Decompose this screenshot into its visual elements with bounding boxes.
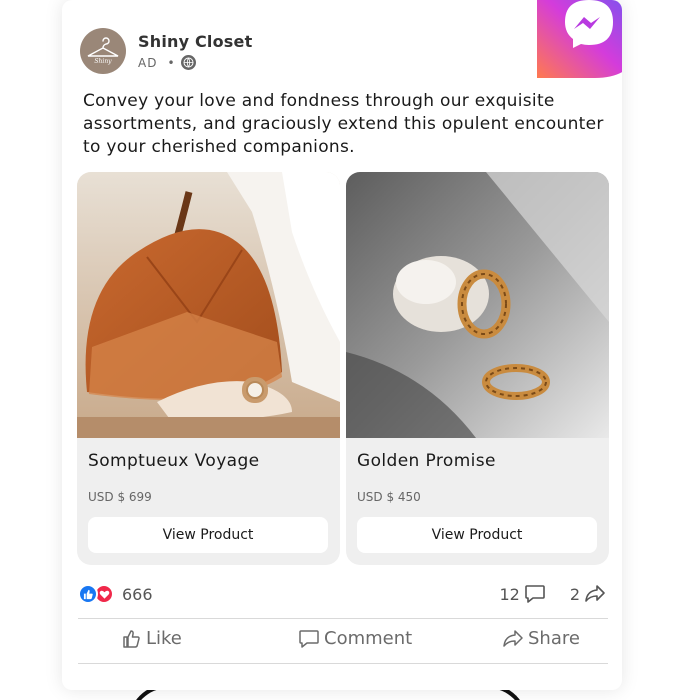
avatar-logo-text: Shiny [94, 58, 112, 65]
comment-button[interactable]: Comment [298, 628, 412, 649]
product-image-earrings[interactable] [346, 172, 609, 438]
comment-label: Comment [324, 628, 413, 649]
share-label: Share [528, 628, 580, 649]
like-reaction-icon [78, 584, 98, 604]
view-product-button[interactable]: View Product [357, 517, 597, 553]
messenger-icon [537, 0, 622, 78]
like-label: Like [146, 628, 182, 649]
product-title: Golden Promise [357, 451, 496, 471]
product-card-1[interactable]: Somptueux Voyage USD $ 699 View Product [77, 172, 340, 565]
avatar[interactable]: Shiny [80, 28, 126, 74]
globe-icon [180, 55, 196, 70]
comment-count-value: 12 [499, 584, 520, 604]
share-count[interactable]: 2 [570, 584, 606, 604]
product-image-bag[interactable] [77, 172, 340, 438]
divider-bottom [78, 663, 608, 664]
ad-label: AD [138, 55, 158, 70]
share-icon [503, 629, 523, 647]
share-count-value: 2 [569, 584, 580, 604]
view-product-button[interactable]: View Product [88, 517, 328, 553]
divider-top [78, 618, 608, 619]
product-price: USD $ 699 [88, 490, 152, 504]
share-icon [585, 585, 605, 602]
post-caption: Convey your love and fondness through ou… [83, 91, 604, 157]
page-name[interactable]: Shiny Closet [138, 32, 252, 51]
product-title: Somptueux Voyage [88, 451, 260, 471]
post-header: Shiny Shiny Closet AD • [80, 28, 252, 74]
reactions-summary[interactable]: 666 [78, 584, 153, 604]
product-price: USD $ 450 [357, 490, 421, 504]
comment-icon [299, 629, 319, 648]
like-button[interactable]: Like [122, 628, 182, 649]
comment-count[interactable]: 12 [499, 584, 545, 604]
product-card-2[interactable]: Golden Promise USD $ 450 View Product [346, 172, 609, 565]
share-button[interactable]: Share [502, 628, 580, 649]
thumbs-up-icon [123, 629, 140, 648]
reaction-count: 666 [122, 584, 153, 604]
hanger-icon: Shiny [87, 37, 119, 65]
ad-post-card: Shiny Shiny Closet AD • Convey your love… [62, 0, 622, 690]
engagement-stats: 666 12 2 [78, 582, 606, 606]
meta-dot: • [167, 55, 176, 70]
action-bar: Like Comment Share [78, 628, 608, 656]
comment-icon [525, 585, 545, 603]
